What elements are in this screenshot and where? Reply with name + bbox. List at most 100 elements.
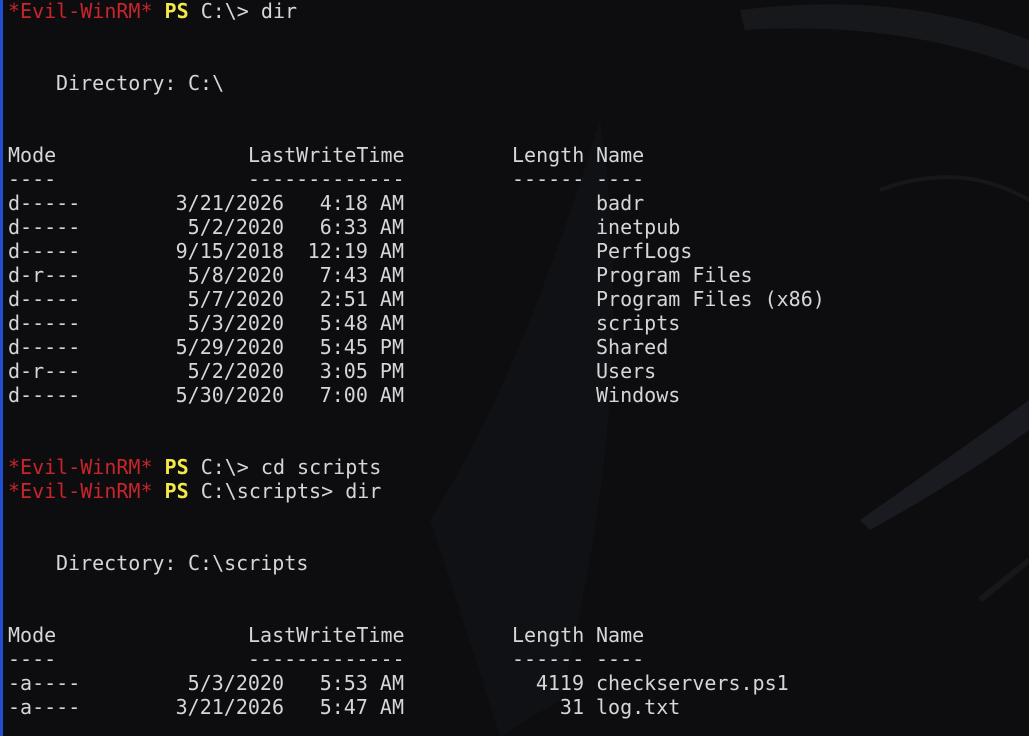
row-time: 6:33 AM: [319, 215, 404, 239]
column-header-name: Name: [596, 143, 645, 167]
directory-label: Directory:: [56, 71, 177, 95]
column-header-lastwritetime: LastWriteTime: [248, 623, 405, 647]
row-time: 5:47 AM: [319, 695, 404, 719]
row-mode: d-----: [8, 335, 81, 359]
row-mode: d-----: [8, 215, 81, 239]
row-name: badr: [596, 191, 645, 215]
command-text: dir: [260, 0, 298, 23]
prompt-line: *Evil-WinRM* PS C:\> cd scripts: [8, 455, 381, 479]
underline-name: ----: [596, 647, 645, 671]
row-length: 4119: [535, 671, 584, 695]
table-row: -a---- 3/21/2026 5:47 AM 31 log.txt: [8, 695, 680, 719]
table-row: d----- 5/30/2020 7:00 AM Windows: [8, 383, 680, 407]
row-time: 3:05 PM: [319, 359, 404, 383]
row-name: log.txt: [596, 695, 681, 719]
row-time: 4:18 AM: [319, 191, 404, 215]
table-header-underline: ---- ------------- ------ ----: [8, 167, 644, 191]
row-date: 3/21/2026: [175, 695, 284, 719]
row-name: Shared: [596, 335, 669, 359]
row-date: 5/3/2020: [187, 311, 284, 335]
prompt-line: *Evil-WinRM* PS C:\> dir: [8, 0, 381, 23]
table-header-underline: ---- ------------- ------ ----: [8, 647, 644, 671]
prompt-tag: *Evil-WinRM*: [8, 0, 153, 23]
prompt-path: C:\scripts>: [200, 479, 334, 503]
directory-line: Directory: C:\scripts: [8, 551, 381, 575]
underline-lastwritetime: -------------: [248, 167, 405, 191]
row-name: PerfLogs: [596, 239, 693, 263]
row-name: Windows: [596, 383, 681, 407]
directory-path: C:\: [188, 71, 225, 95]
column-header-length: Length: [512, 143, 585, 167]
row-mode: d-r---: [8, 263, 81, 287]
table-header: Mode LastWriteTime Length Name: [8, 143, 644, 167]
column-header-lastwritetime: LastWriteTime: [248, 143, 405, 167]
row-mode: d-----: [8, 287, 81, 311]
row-date: 5/29/2020: [175, 335, 284, 359]
row-mode: d-----: [8, 191, 81, 215]
row-mode: -a----: [8, 695, 81, 719]
table-row: d----- 5/2/2020 6:33 AM inetpub: [8, 215, 680, 239]
row-name: Program Files: [596, 263, 753, 287]
table-row: -a---- 5/3/2020 5:53 AM 4119 checkservers.ps…: [8, 671, 789, 695]
row-date: 5/30/2020: [175, 383, 284, 407]
prompt-tag: *Evil-WinRM*: [8, 455, 153, 479]
row-date: 5/8/2020: [187, 263, 284, 287]
table-row: d----- 5/7/2020 2:51 AM Program Files (x86): [8, 287, 825, 311]
underline-lastwritetime: -------------: [248, 647, 405, 671]
prompt-path: C:\>: [200, 0, 249, 23]
table-row: d----- 5/3/2020 5:48 AM scripts: [8, 311, 680, 335]
row-name: inetpub: [596, 215, 681, 239]
row-time: 2:51 AM: [319, 287, 404, 311]
row-mode: d-----: [8, 239, 81, 263]
terminal-window[interactable]: *Evil-WinRM* PS C:\> dir Directory: C:\ Mod…: [0, 0, 1029, 736]
table-row: d-r--- 5/8/2020 7:43 AM Program Files: [8, 263, 753, 287]
row-date: 5/3/2020: [187, 671, 284, 695]
directory-label: Directory:: [56, 551, 177, 575]
prompt-ps: PS: [164, 455, 189, 479]
underline-mode: ----: [8, 647, 57, 671]
table-row: d-r--- 5/2/2020 3:05 PM Users: [8, 359, 656, 383]
row-mode: d-----: [8, 383, 81, 407]
directory-line: Directory: C:\: [8, 71, 381, 95]
underline-mode: ----: [8, 167, 57, 191]
row-name: Program Files (x86): [596, 287, 825, 311]
command-text: cd scripts: [260, 455, 382, 479]
prompt-ps: PS: [164, 479, 189, 503]
table-row: d----- 5/29/2020 5:45 PM Shared: [8, 335, 668, 359]
row-time: 7:00 AM: [319, 383, 404, 407]
row-name: Users: [596, 359, 657, 383]
row-name: checkservers.ps1: [596, 671, 789, 695]
column-header-mode: Mode: [8, 143, 57, 167]
row-time: 5:45 PM: [319, 335, 404, 359]
row-date: 3/21/2026: [175, 191, 284, 215]
row-time: 5:53 AM: [319, 671, 404, 695]
prompt-line: *Evil-WinRM* PS C:\scripts> dir: [8, 479, 381, 503]
underline-name: ----: [596, 167, 645, 191]
table-header: Mode LastWriteTime Length Name: [8, 623, 644, 647]
column-header-name: Name: [596, 623, 645, 647]
row-mode: d-r---: [8, 359, 81, 383]
row-time: 12:19 AM: [307, 239, 404, 263]
terminal-left-edge: [0, 0, 3, 736]
row-mode: -a----: [8, 671, 81, 695]
terminal-output[interactable]: *Evil-WinRM* PS C:\> dir Directory: C:\ Mod…: [8, 0, 825, 719]
row-mode: d-----: [8, 311, 81, 335]
row-time: 5:48 AM: [319, 311, 404, 335]
row-time: 7:43 AM: [319, 263, 404, 287]
table-row: d----- 3/21/2026 4:18 AM badr: [8, 191, 644, 215]
prompt-path: C:\>: [200, 455, 249, 479]
